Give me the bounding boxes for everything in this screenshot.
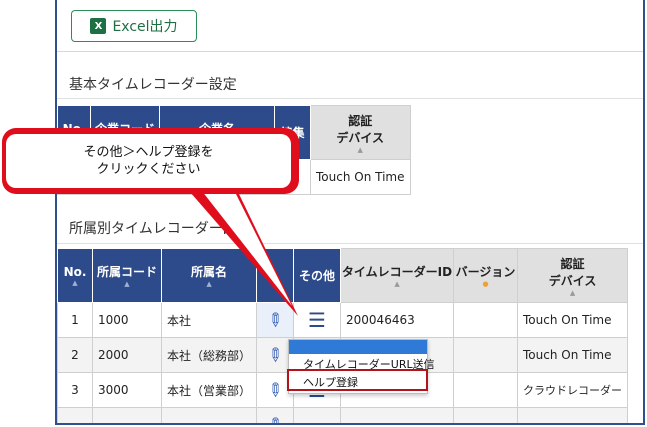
row-no: 1 [57, 302, 93, 338]
row-device: Touch On Time [517, 337, 629, 373]
section-title-dept: 所属別タイムレコーダー設定 [69, 221, 251, 237]
col-header-recorder-id[interactable]: タイムレコーダーID ▲ [340, 248, 455, 303]
col-header-no[interactable]: No.▲ [57, 248, 93, 303]
col-header-edit [256, 248, 295, 303]
divider [57, 98, 643, 99]
callout-line-2: クリックください [96, 162, 201, 177]
pencil-icon[interactable]: ✎ [262, 377, 288, 403]
row-code: 1000 [92, 302, 162, 338]
col-header-auth-device[interactable]: 認証 デバイス ▲ [310, 105, 411, 160]
highlight-box [287, 369, 428, 391]
callout-line-1: その他＞ヘルプ登録を [83, 145, 214, 160]
divider [57, 243, 643, 244]
row-name: 本社（総務部） [160, 337, 258, 373]
table-row: ✎ [57, 407, 629, 423]
edit-cell[interactable]: ✎ [256, 302, 295, 338]
row-code: 2000 [92, 337, 162, 373]
table-row: 1 1000 本社 ✎ ☰ 200046463 Touch On Time [57, 302, 629, 338]
other-cell[interactable]: ☰ [293, 302, 342, 338]
toolbar: X Excel出力 [57, 0, 643, 52]
auth-device-cell: Touch On Time [310, 159, 411, 195]
col-header-dept-name[interactable]: 所属名 ▲ [160, 248, 258, 303]
row-recorder-id: 200046463 [340, 302, 455, 338]
callout-text: その他＞ヘルプ登録を クリックください [6, 134, 291, 188]
pencil-icon[interactable]: ✎ [262, 342, 288, 368]
row-device: Touch On Time [517, 302, 629, 338]
row-version [453, 302, 519, 338]
row-version [453, 337, 519, 373]
excel-export-label: Excel出力 [112, 19, 178, 35]
col-header-dept-code[interactable]: 所属コード ▲ [92, 248, 162, 303]
pencil-icon[interactable]: ✎ [262, 412, 288, 423]
col-header-other: その他 [293, 248, 342, 303]
row-no: 2 [57, 337, 93, 373]
excel-icon: X [90, 18, 107, 34]
row-version [453, 372, 519, 408]
dropdown-header [289, 340, 427, 354]
section-title-basic: 基本タイムレコーダー設定 [69, 77, 237, 93]
col-header-version[interactable]: バージョン ● [453, 248, 519, 303]
menu-icon[interactable]: ☰ [308, 308, 326, 332]
row-device: クラウドレコーダー [517, 372, 629, 408]
row-no: 3 [57, 372, 93, 408]
row-name: 本社（営業部） [160, 372, 258, 408]
row-code: 3000 [92, 372, 162, 408]
dept-recorder-table: No. ▲ 所属コード ▲ 所属名 ▲ その他 タイムレコーダーID ▲ バージョン ● … [57, 248, 629, 423]
pencil-icon[interactable]: ✎ [262, 307, 288, 333]
row-name: 本社 [160, 302, 258, 338]
col-header-auth-device[interactable]: 認証 デバイス ▲ [517, 248, 629, 303]
edit-cell[interactable]: ✎ [256, 407, 295, 423]
excel-export-button[interactable]: X Excel出力 [71, 10, 197, 42]
